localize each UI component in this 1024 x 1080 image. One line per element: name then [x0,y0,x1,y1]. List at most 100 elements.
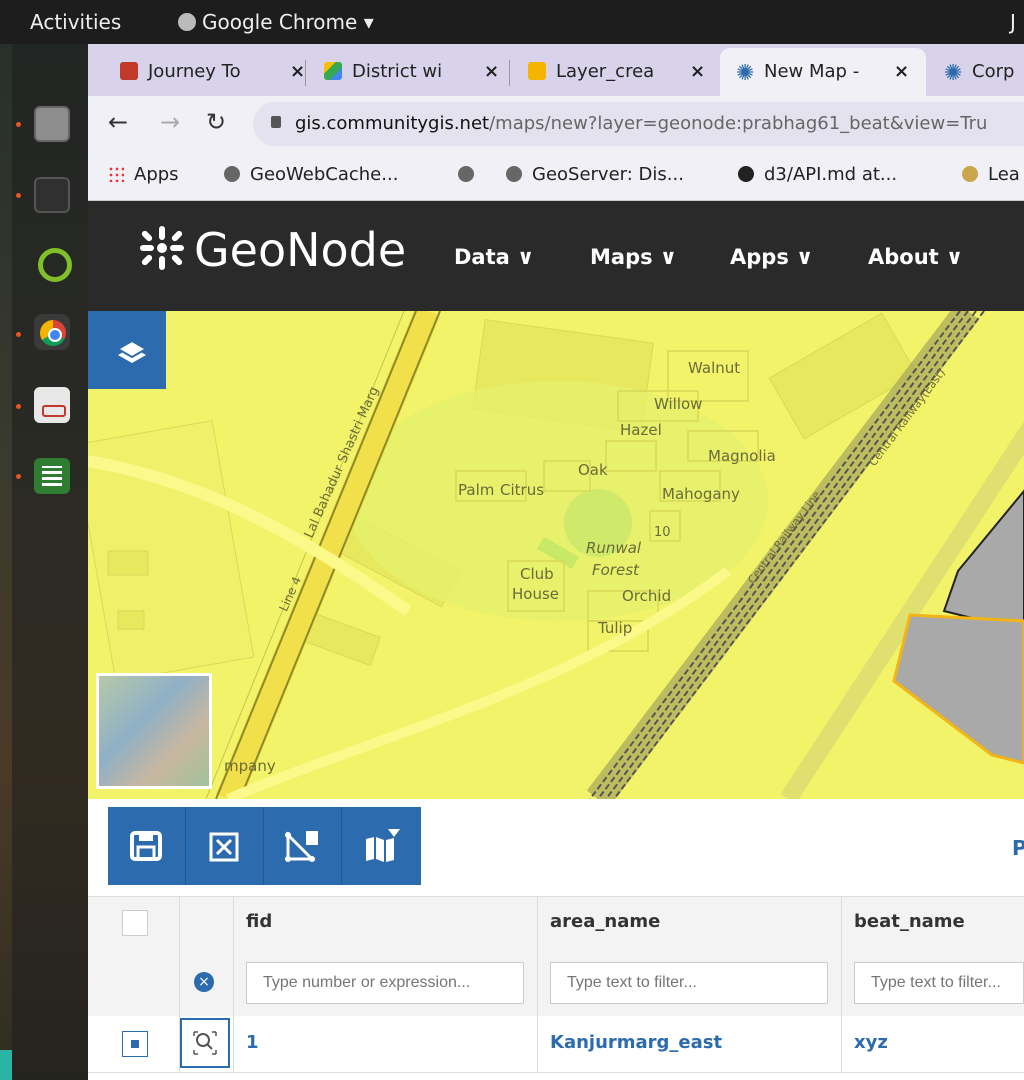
zoom-to-feature-button[interactable] [180,1018,230,1068]
save-icon [130,831,162,861]
geonode-logo[interactable]: GeoNode [138,223,406,277]
bookmark-leaflet[interactable]: Lea [962,164,1020,185]
files-icon[interactable] [34,106,70,142]
area-name-filter-input[interactable] [550,962,828,1004]
nav-apps[interactable]: Apps ∨ [730,245,813,269]
document-viewer-icon[interactable] [34,387,70,423]
map-label: Citrus [500,481,545,499]
map-label: Orchid [622,587,672,605]
tab-corp[interactable]: ✺ Corp [934,48,1024,96]
map-label: Tulip [598,619,633,637]
geonode-logo-icon [138,224,186,272]
map-label: Runwal [586,539,642,557]
qgis-icon[interactable] [34,244,72,282]
map-label: Club [520,565,554,583]
select-all-checkbox[interactable] [122,910,148,936]
map-label: Forest [592,561,639,579]
tab-district[interactable]: District wi × [308,48,510,96]
dock [12,44,88,1080]
chrome-app-icon [178,13,196,31]
bookmark-d3[interactable]: d3/API.md at... [738,164,897,185]
terminal-icon[interactable] [34,177,70,213]
bookmark-label: d3/API.md at... [764,164,898,185]
reload-button[interactable]: ↻ [206,108,226,136]
beat-name-filter-input[interactable] [854,962,1024,1004]
delete-geometry-button[interactable] [264,807,342,885]
close-tab-icon[interactable]: × [484,48,499,96]
clock-fragment[interactable]: J [1010,10,1016,34]
tab-new-map[interactable]: ✺ New Map - × [720,48,926,96]
activities-button[interactable]: Activities [30,10,121,34]
address-bar[interactable]: gis.communitygis.net/maps/new?layer=geon… [253,102,1024,146]
bookmark-geoserver[interactable]: GeoServer: Dis... [506,164,684,185]
close-edit-button[interactable] [186,807,264,885]
column-header-fid[interactable]: fid [246,911,272,932]
nav-about[interactable]: About ∨ [868,245,963,269]
close-icon [209,832,239,862]
save-button[interactable] [108,807,186,885]
close-tab-icon[interactable]: × [290,48,305,96]
spreadsheet-icon[interactable] [34,458,70,494]
column-header-beat-name[interactable]: beat_name [854,911,965,932]
map-canvas[interactable]: Walnut Willow Hazel Magnolia Oak Palm Ci… [88,311,1024,799]
tab-title: Journey To [148,61,241,82]
bookmark-folder[interactable] [458,164,484,185]
app-menu-label: Google Chrome ▾ [202,10,374,34]
table-filter-row: × [88,948,1024,1017]
tab-title: Corp [972,61,1015,82]
filter-map-button[interactable] [342,807,420,885]
app-menu[interactable]: Google Chrome ▾ [178,10,374,34]
slides-icon [528,62,546,80]
map-label: Magnolia [708,447,776,465]
desktop-accent [0,1050,12,1080]
bookmark-geowebcache[interactable]: GeoWebCache... [224,164,398,185]
table-row[interactable]: 1 Kanjurmarg_east xyz [88,1016,1024,1073]
cell-beat-name: xyz [854,1032,888,1053]
geonode-header: GeoNode Data ∨ Maps ∨ Apps ∨ About ∨ [88,201,1024,311]
bookmarks-bar: Apps GeoWebCache... GeoServer: Dis... d3… [88,152,1024,201]
tab-title: Layer_crea [556,61,655,82]
tab-title: District wi [352,61,443,82]
layers-button[interactable] [88,311,166,389]
row-checkbox[interactable] [122,1031,148,1057]
layers-icon [115,339,149,363]
back-button[interactable]: ← [108,108,128,136]
running-indicator [16,332,21,337]
url-path: /maps/new?layer=geonode:prabhag61_beat&v… [489,113,988,134]
globe-icon [506,166,522,182]
map-label: Hazel [620,421,662,439]
bookmark-apps[interactable]: Apps [108,164,179,185]
url-host: gis.communitygis.net [295,113,490,134]
close-tab-icon[interactable]: × [690,48,705,96]
bookmark-label: Apps [134,164,179,185]
geonode-icon: ✺ [736,61,755,86]
nav-data[interactable]: Data ∨ [454,245,534,269]
running-indicator [16,404,21,409]
fid-filter-input[interactable] [246,962,524,1004]
map-label: House [512,585,560,603]
forward-button[interactable]: → [160,108,180,136]
clear-filter-icon[interactable]: × [194,972,214,992]
bookmark-label: GeoServer: Dis... [532,164,684,185]
zoom-to-feature-icon [193,1031,217,1055]
overview-map[interactable] [96,673,212,789]
pagination-fragment[interactable]: P [1012,836,1024,860]
github-icon [738,166,754,182]
map-label: Walnut [688,359,741,377]
apps-grid-icon [108,166,124,182]
bookmark-label: Lea [988,164,1020,185]
close-tab-icon[interactable]: × [894,48,909,96]
chrome-icon[interactable] [34,314,70,350]
column-header-area-name[interactable]: area_name [550,911,660,932]
tab-bar: Journey To × District wi × Layer_crea × … [88,44,1024,96]
tab-layer[interactable]: Layer_crea × [512,48,714,96]
map-label: Mahogany [662,485,740,503]
table-toolbar [108,807,421,885]
drive-icon [324,62,342,80]
running-indicator [16,193,21,198]
map-label: Palm [458,481,495,499]
column-divider [537,896,538,1072]
tab-journey[interactable]: Journey To × [104,48,306,96]
column-divider [179,896,180,1072]
nav-maps[interactable]: Maps ∨ [590,245,677,269]
